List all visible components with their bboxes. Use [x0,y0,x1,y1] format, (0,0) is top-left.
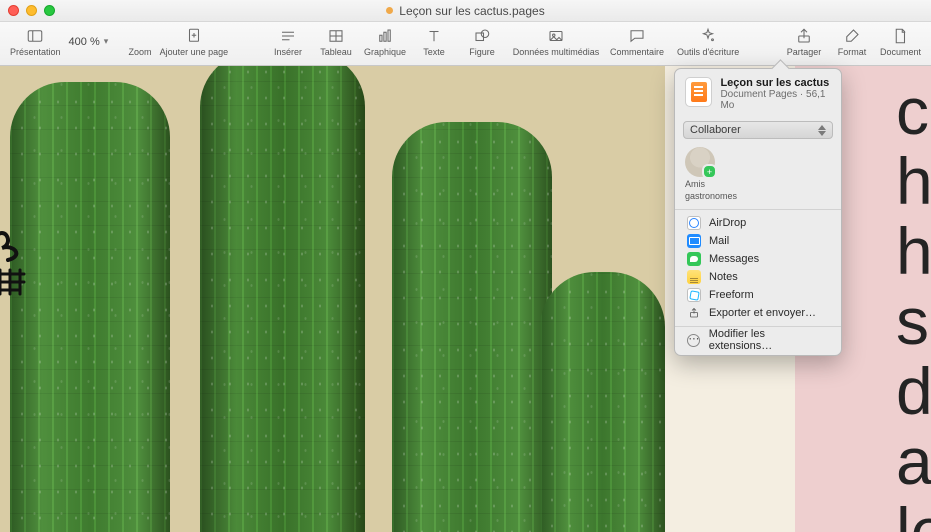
freeform-icon [687,288,701,302]
zoom-label-only: Zoom [125,26,156,57]
share-freeform[interactable]: Freeform [675,286,841,304]
edit-extensions[interactable]: Modifier les extensions… [675,331,841,349]
zoom-menu[interactable]: 400 % ▾ [65,26,125,57]
document-label: Document [880,47,921,57]
window-controls [8,5,55,16]
insert-button[interactable]: Insérer [264,26,312,57]
minimize-window-button[interactable] [26,5,37,16]
sparkle-icon [699,26,717,46]
document-icon [891,26,909,46]
text-icon [425,26,443,46]
suggested-contact-name-line1: Amis [685,179,831,189]
collaboration-mode-dropdown[interactable]: Collaborer [683,121,833,139]
comment-icon [628,26,646,46]
table-icon [327,26,345,46]
popover-title: Leçon sur les cactus [720,77,831,89]
window-titlebar: Leçon sur les cactus.pages [0,0,931,22]
workspace: c h h s d a le Leçon sur [0,66,931,532]
share-destinations: AirDrop Mail Messages Notes Freeform [675,210,841,327]
paintbrush-icon [843,26,861,46]
more-icon [687,333,701,347]
sidebar-icon [26,26,44,46]
share-export-send[interactable]: Exporter et envoyer… [675,304,841,322]
chevron-down-icon: ▾ [104,36,109,47]
insert-icon [279,26,297,46]
stepper-icon [818,125,826,136]
export-icon [687,306,701,320]
mail-icon [687,234,701,248]
cactus-segment-4 [540,272,665,532]
suggested-contact-avatar[interactable] [685,147,715,177]
popover-subtitle: Document Pages · 56,1 Mo [720,89,831,111]
text-label: Texte [423,47,445,57]
messages-icon [687,252,701,266]
cactus-segment-1 [10,82,170,532]
shape-button[interactable]: Figure [458,26,506,57]
share-button[interactable]: Partager [780,26,828,57]
shape-label: Figure [469,47,495,57]
zoom-label: Zoom [129,47,152,57]
next-page-text-fragment: c h h s d a le [896,76,931,532]
collaboration-mode-label: Collaborer [690,124,741,136]
insert-label: Insérer [274,47,302,57]
notes-icon [687,270,701,284]
cactus-segment-3 [392,122,552,532]
zoom-value: 400 % [69,36,100,48]
zoom-window-button[interactable] [44,5,55,16]
add-page-button[interactable]: Ajouter une page [156,26,233,57]
document-thumbnail [685,77,712,107]
share-notes[interactable]: Notes [675,268,841,286]
chart-icon [376,26,394,46]
media-button[interactable]: Données multimédias [506,26,606,57]
writing-tools-label: Outils d'écriture [677,47,739,57]
pen-scribble [0,226,34,306]
share-icon [795,26,813,46]
toolbar: Présentation 400 % ▾ Zoom Ajouter une pa… [0,22,931,66]
add-page-icon [185,26,203,46]
document-button[interactable]: Document [876,26,925,57]
comment-button[interactable]: Commentaire [606,26,668,57]
view-label: Présentation [10,47,61,57]
view-button[interactable]: Présentation [6,26,65,57]
chart-button[interactable]: Graphique [360,26,410,57]
window-title: Leçon sur les cactus.pages [399,4,544,18]
text-button[interactable]: Texte [410,26,458,57]
share-airdrop[interactable]: AirDrop [675,214,841,232]
shape-icon [473,26,491,46]
writing-tools-button[interactable]: Outils d'écriture [668,26,748,57]
share-messages[interactable]: Messages [675,250,841,268]
chart-label: Graphique [364,47,406,57]
format-button[interactable]: Format [828,26,876,57]
suggested-contact-name-line2: gastronomes [685,191,831,201]
table-button[interactable]: Tableau [312,26,360,57]
document-edited-indicator [386,7,393,14]
share-label: Partager [787,47,822,57]
media-label: Données multimédias [513,47,600,57]
media-icon [547,26,565,46]
cactus-segment-2 [200,66,365,532]
share-mail[interactable]: Mail [675,232,841,250]
table-label: Tableau [320,47,352,57]
add-page-label: Ajouter une page [160,47,229,57]
close-window-button[interactable] [8,5,19,16]
format-label: Format [838,47,867,57]
cactus-illustration[interactable] [0,66,665,532]
comment-label: Commentaire [610,47,664,57]
share-popover: Leçon sur les cactus Document Pages · 56… [674,68,842,356]
airdrop-icon [687,216,701,230]
